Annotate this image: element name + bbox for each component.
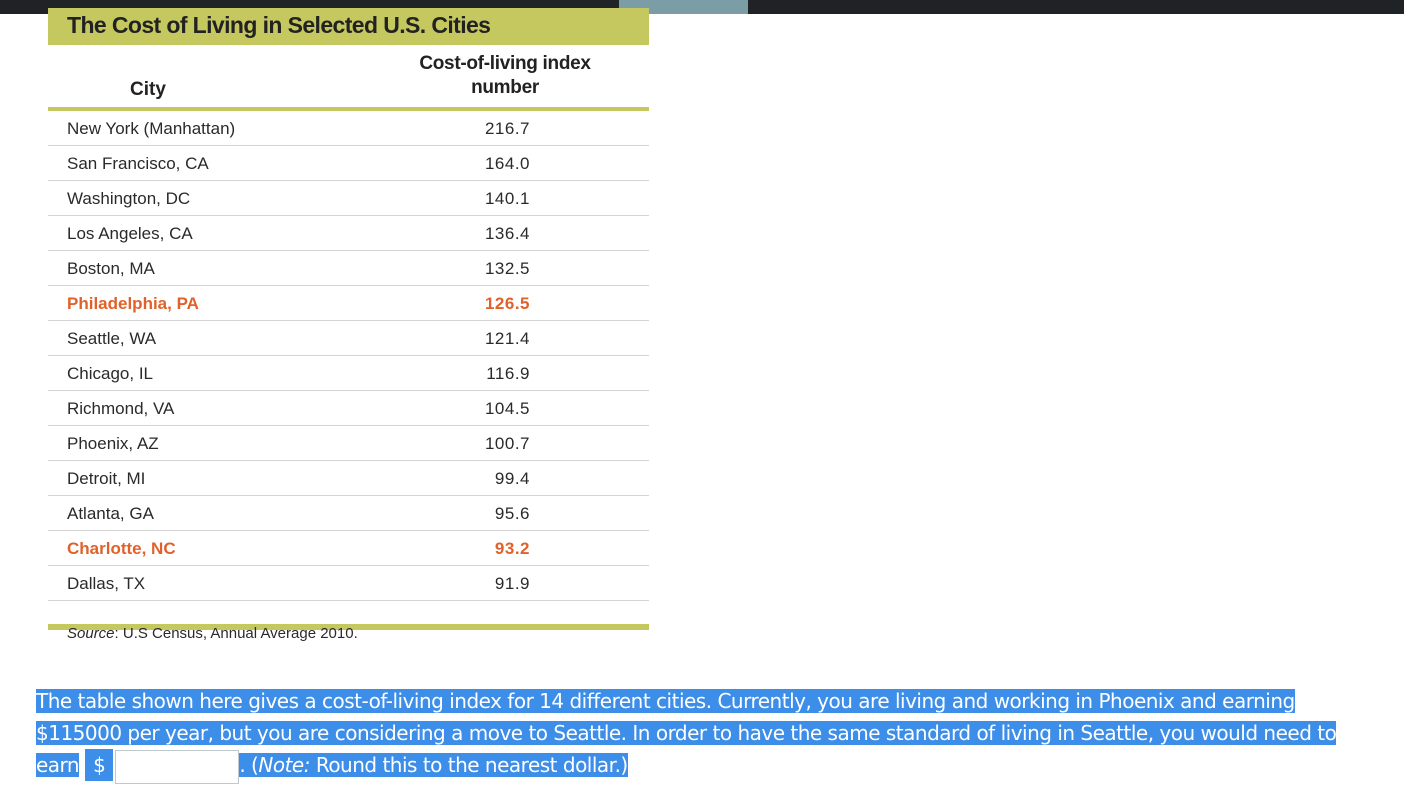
table-row: Atlanta, GA 95.6	[48, 496, 649, 531]
table-source: Source: U.S Census, Annual Average 2010.	[67, 625, 358, 642]
table-title: The Cost of Living in Selected U.S. Citi…	[48, 8, 649, 45]
row-index-value: 99.4	[494, 469, 530, 488]
table-row: Dallas, TX 91.9	[48, 566, 649, 601]
row-index-value: 104.5	[484, 399, 530, 418]
row-index-value: 93.2	[494, 539, 530, 558]
currency-symbol: $	[85, 749, 114, 781]
row-city: Chicago, IL	[67, 364, 153, 383]
row-city: Seattle, WA	[67, 329, 157, 348]
row-index-value: 116.9	[486, 364, 530, 383]
row-city: Philadelphia, PA	[67, 294, 199, 313]
cost-of-living-table: The Cost of Living in Selected U.S. Citi…	[48, 8, 649, 630]
row-index-value: 91.9	[494, 574, 530, 593]
table-row: Boston, MA 132.5	[48, 251, 649, 286]
row-city: Richmond, VA	[67, 399, 175, 418]
question-line-3-start: earn	[36, 753, 80, 777]
table-row: Seattle, WA 121.4	[48, 321, 649, 356]
row-index-value: 132.5	[484, 259, 530, 278]
row-city: San Francisco, CA	[67, 154, 209, 173]
row-index-value: 140.1	[484, 189, 530, 208]
row-index-value: 100.7	[484, 434, 530, 453]
table-row: Richmond, VA 104.5	[48, 391, 649, 426]
row-city: Phoenix, AZ	[67, 434, 159, 453]
table-row: Los Angeles, CA 136.4	[48, 216, 649, 251]
row-city: Charlotte, NC	[67, 539, 176, 558]
table-row: Detroit, MI 99.4	[48, 461, 649, 496]
header-index-line1: Cost-of-living index	[419, 53, 591, 74]
header-index-line2: number	[471, 77, 539, 98]
row-index-value: 126.5	[484, 294, 530, 313]
table-row: Philadelphia, PA 126.5	[48, 286, 649, 321]
question-line-1: The table shown here gives a cost-of-liv…	[36, 689, 1295, 713]
row-city: Los Angeles, CA	[67, 224, 193, 243]
table-row: San Francisco, CA 164.0	[48, 146, 649, 181]
table-header: City Cost-of-living index number	[48, 45, 649, 107]
header-city: City	[130, 79, 166, 100]
source-label: Source	[67, 625, 115, 642]
row-index-value: 95.6	[494, 504, 530, 523]
row-index-value: 216.7	[484, 119, 530, 138]
question-text: The table shown here gives a cost-of-liv…	[36, 685, 1356, 784]
row-city: Detroit, MI	[67, 469, 146, 488]
note-prefix: . (	[239, 753, 259, 777]
row-index-value: 164.0	[484, 154, 530, 173]
answer-input[interactable]	[115, 749, 240, 784]
header-index: Cost-of-living index number	[412, 52, 598, 100]
table-row: Phoenix, AZ 100.7	[48, 426, 649, 461]
row-index-value: 121.4	[484, 329, 530, 348]
row-index-value: 136.4	[484, 224, 530, 243]
table-row: Chicago, IL 116.9	[48, 356, 649, 391]
row-city: Dallas, TX	[67, 574, 146, 593]
table-row: Washington, DC 140.1	[48, 181, 649, 216]
source-text: : U.S Census, Annual Average 2010.	[114, 625, 358, 642]
row-city: Atlanta, GA	[67, 504, 154, 523]
row-city: Boston, MA	[67, 259, 155, 278]
table-body: New York (Manhattan) 216.7 San Francisco, …	[48, 111, 649, 601]
table-row: Charlotte, NC 93.2	[48, 531, 649, 566]
question-line-2: $115000 per year, but you are considerin…	[36, 721, 1337, 745]
row-city: New York (Manhattan)	[67, 119, 236, 138]
note-text: Round this to the nearest dollar.)	[309, 753, 628, 777]
note-label: Note:	[258, 753, 310, 777]
table-row: New York (Manhattan) 216.7	[48, 111, 649, 146]
row-city: Washington, DC	[67, 189, 191, 208]
